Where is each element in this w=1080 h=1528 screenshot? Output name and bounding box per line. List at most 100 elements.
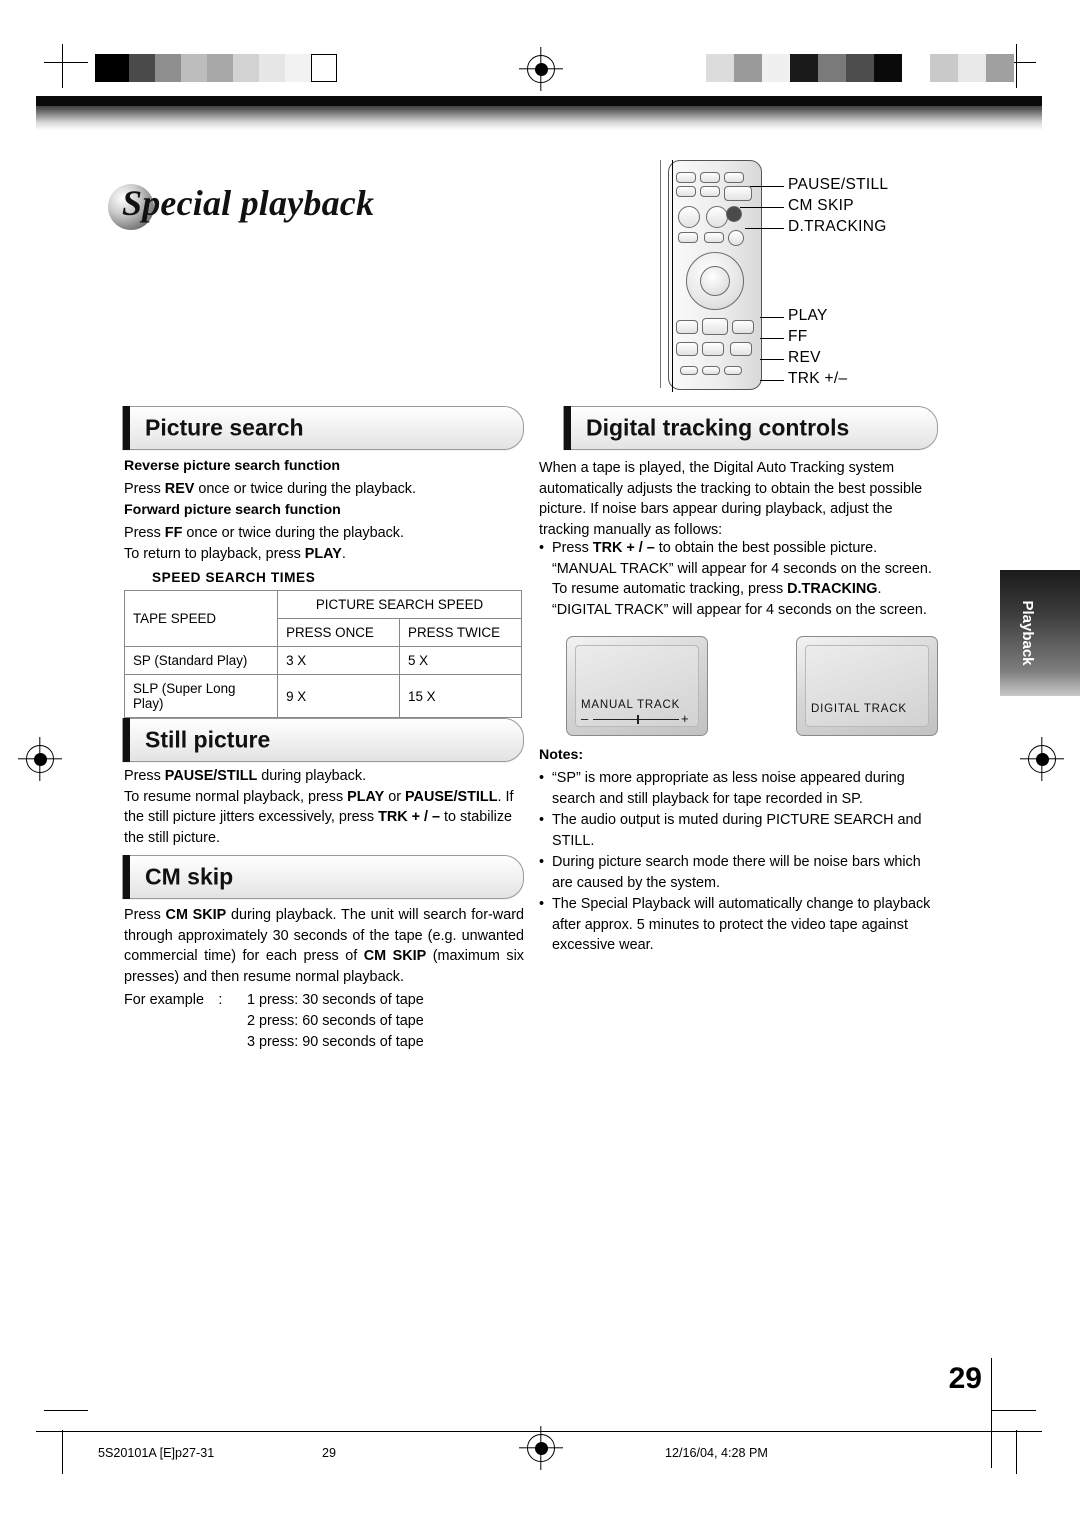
cell-slp-once: 9 X: [277, 674, 401, 718]
notes-heading: Notes:: [539, 747, 584, 763]
still-l1-pre: Press: [124, 768, 165, 784]
trk-button: [730, 342, 752, 356]
note-item: During picture search mode there will be…: [539, 852, 939, 893]
tv-manual-track-indicator: [637, 715, 639, 724]
crop-mark-bl-v: [62, 1430, 64, 1474]
col-tape-speed: TAPE SPEED: [123, 590, 279, 647]
tv-screen-manual-track: MANUAL TRACK – +: [566, 636, 708, 736]
note-item: The audio output is muted during PICTURE…: [539, 810, 939, 851]
cell-speed-slp: SLP (Super Long Play): [123, 674, 279, 718]
callout-label-ff: FF: [788, 328, 808, 345]
remote-control-illustration: [660, 160, 770, 392]
notes-list: “SP” is more appropriate as less noise a…: [539, 768, 939, 957]
top-black-rule: [36, 96, 1042, 106]
cm-skip-example-1: 1 press: 30 seconds of tape: [247, 992, 424, 1008]
callout-line-rev: [760, 359, 784, 361]
callout-label-play: PLAY: [788, 307, 828, 324]
callout-bracket: [672, 160, 674, 392]
cm-skip-button: [726, 206, 742, 222]
still-l1-bold: PAUSE/STILL: [164, 768, 258, 784]
cm-skip-body: Press CM SKIP during playback. The unit …: [124, 905, 524, 987]
section-heading-cm-skip-label: CM skip: [145, 863, 234, 890]
callout-label-rev: REV: [788, 349, 821, 366]
tv-manual-track-bar: [593, 719, 679, 721]
page-number-rule: [990, 1358, 992, 1468]
crop-mark-tr-v: [1016, 44, 1018, 88]
cm-b1: CM SKIP: [165, 907, 227, 923]
col-press-once: PRESS ONCE: [277, 618, 401, 647]
crop-mark-br-h: [992, 1410, 1036, 1412]
callout-line-pause-still: [750, 186, 784, 188]
page-title-text: Special playback: [122, 183, 375, 223]
still-l3-bold: TRK + / –: [378, 809, 441, 825]
tv-manual-track-plus: +: [681, 711, 689, 726]
note-item: The Special Playback will automatically …: [539, 894, 939, 956]
table-row: SP (Standard Play) 3 X 5 X: [123, 646, 522, 675]
callout-line-cm-skip: [740, 207, 784, 209]
tv-manual-track-label: MANUAL TRACK: [581, 699, 681, 711]
registration-mark-left: [26, 745, 54, 773]
tv-manual-track-minus: –: [581, 711, 589, 726]
digital-tracking-intro: When a tape is played, the Digital Auto …: [539, 460, 923, 538]
table-row: SLP (Super Long Play) 9 X 15 X: [123, 674, 522, 718]
side-tab-label: Playback: [1018, 600, 1036, 666]
crop-mark-bl-h: [44, 1410, 88, 1412]
callout-label-pause-still: PAUSE/STILL: [788, 176, 889, 193]
rev-button: [676, 320, 698, 334]
callout-label-d-tracking: D.TRACKING: [788, 218, 887, 235]
footer-left: 5S20101A [E]p27-31: [98, 1446, 215, 1460]
reverse-body-pre: Press: [124, 481, 165, 497]
d-tracking-button: [728, 230, 744, 246]
section-heading-picture-search-label: Picture search: [145, 414, 304, 441]
cm-p1: Press: [124, 907, 166, 923]
still-l2-mid: or: [384, 788, 406, 805]
tv-screen-digital-track: DIGITAL TRACK: [796, 636, 938, 736]
reverse-body-post: once or twice during the playback.: [194, 481, 416, 497]
ff-button: [732, 320, 754, 334]
forward-body-post: once or twice during the playback.: [182, 525, 404, 541]
col-press-twice: PRESS TWICE: [399, 618, 522, 647]
crop-mark-tl-h: [44, 62, 88, 64]
page-number: 29: [948, 1362, 982, 1395]
table-row: TAPE SPEED PICTURE SEARCH SPEED: [123, 590, 522, 647]
callout-line-d-tracking: [745, 228, 784, 230]
forward-body-bold: FF: [164, 525, 183, 541]
page-title: Special playback: [108, 182, 375, 230]
side-tab-playback: Playback: [1000, 570, 1080, 696]
footer-center: 29: [322, 1446, 337, 1460]
cell-slp-twice: 15 X: [399, 674, 522, 718]
pause-still-button: [724, 186, 752, 201]
cell-sp-twice: 5 X: [399, 646, 522, 675]
speed-search-table-title: SPEED SEARCH TIMES: [152, 570, 316, 585]
callout-label-trk: TRK +/–: [788, 370, 848, 387]
section-heading-cm-skip: CM skip: [122, 854, 524, 900]
cm-skip-example-3: 3 press: 90 seconds of tape: [247, 1034, 424, 1050]
dt-b1: TRK + / –: [592, 540, 655, 556]
registration-mark-top: [527, 55, 555, 83]
callout-line-ff: [760, 338, 784, 340]
note-item: “SP” is more appropriate as less noise a…: [539, 768, 939, 809]
footer-rule: [36, 1430, 1042, 1432]
cm-b2: CM SKIP: [363, 948, 427, 964]
digital-tracking-bullet: • Press TRK + / – to obtain the best pos…: [539, 540, 932, 618]
reverse-search-body: Press REV once or twice during the playb…: [124, 479, 524, 500]
still-picture-body: Press PAUSE/STILL during playback. To re…: [124, 766, 528, 848]
callout-label-cm-skip: CM SKIP: [788, 197, 854, 214]
dt-p1: Press: [552, 540, 593, 556]
dt-b2: D.TRACKING: [787, 581, 878, 597]
still-l2-bold2: PAUSE/STILL: [405, 788, 498, 805]
forward-body2-pre: To return to playback, press: [124, 545, 305, 562]
section-heading-still-picture: Still picture: [122, 717, 524, 763]
registration-mark-bottom: [527, 1434, 555, 1462]
section-heading-digital-tracking: Digital tracking controls: [563, 405, 938, 451]
cm-skip-example-2: 2 press: 60 seconds of tape: [247, 1013, 424, 1029]
crop-mark-br-v: [1016, 1430, 1018, 1474]
callout-line-trk: [760, 380, 784, 382]
cm-skip-example-label: For example :: [124, 992, 223, 1008]
footer-right: 12/16/04, 4:28 PM: [665, 1446, 768, 1460]
forward-search-subheading: Forward picture search function: [124, 502, 341, 518]
cell-speed-sp: SP (Standard Play): [123, 646, 279, 675]
tv-digital-track-label: DIGITAL TRACK: [811, 703, 907, 715]
play-button: [702, 318, 728, 335]
callout-line-play: [760, 317, 784, 319]
